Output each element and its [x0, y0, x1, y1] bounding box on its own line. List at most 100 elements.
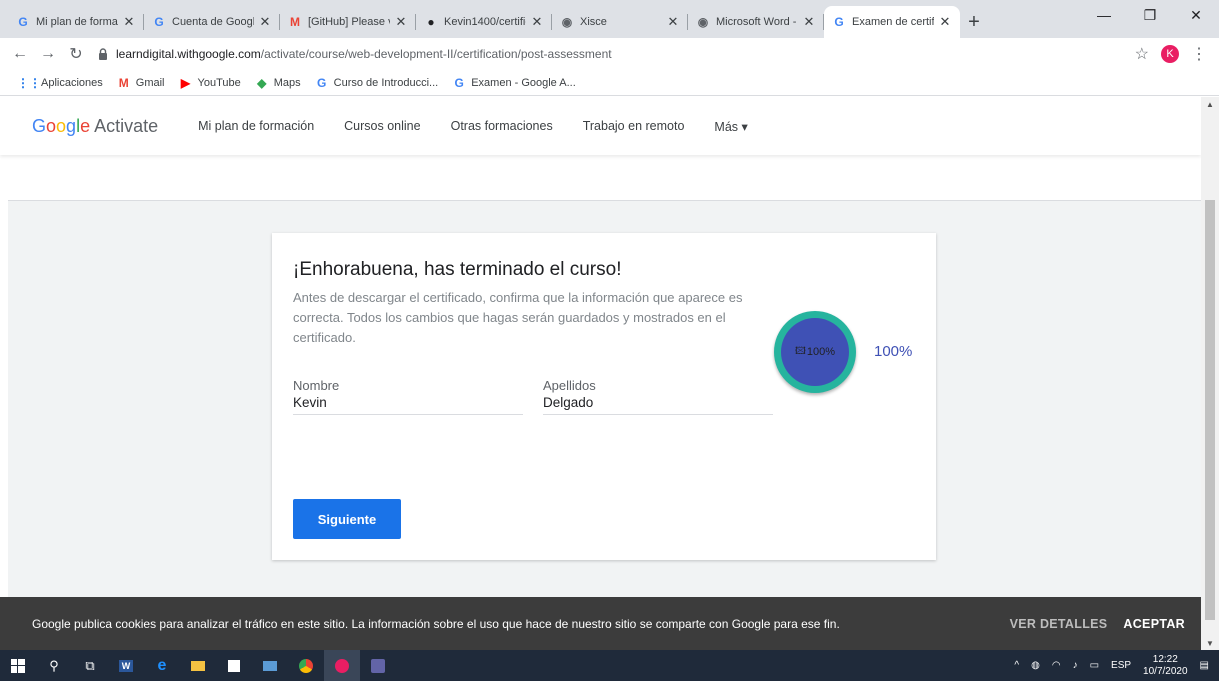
system-tray: ^ ◍ ◠ ♪ ▭ ESP 12:22 10/7/2020 ▤	[1014, 654, 1219, 678]
cookie-accept-button[interactable]: ACEPTAR	[1123, 617, 1185, 631]
clock-time: 12:22	[1152, 653, 1178, 665]
progress-alt-text: 100%	[806, 346, 836, 358]
browser-tab[interactable]: M [GitHub] Please ve ✕	[280, 6, 416, 38]
tab-list: G Mi plan de formac ✕ G Cuenta de Google ✕ M [G…	[0, 6, 960, 38]
tab-title: Examen de certific	[852, 16, 934, 28]
minimize-icon[interactable]: —	[1081, 0, 1127, 30]
wifi-icon[interactable]: ◠	[1052, 660, 1061, 671]
chrome-icon[interactable]	[288, 650, 324, 681]
close-window-icon[interactable]: ✕	[1173, 0, 1219, 30]
windows-start-icon[interactable]	[0, 650, 36, 681]
tab-title: Mi plan de formac	[36, 16, 118, 28]
bookmark-icon: G	[454, 75, 464, 90]
browser-tab[interactable]: G Examen de certific ✕	[824, 6, 960, 38]
battery-icon[interactable]: ▭	[1090, 660, 1099, 671]
bookmark-label: Maps	[273, 76, 301, 89]
bookmark-label: Curso de Introducci...	[333, 76, 439, 89]
tab-close-icon[interactable]: ✕	[938, 14, 952, 30]
progress-ring: 🖾 100%	[774, 311, 856, 393]
site-nav-item[interactable]: Más ▾	[714, 119, 747, 134]
bookmark-icon: ▶	[180, 75, 191, 90]
site-nav-item[interactable]: Otras formaciones	[451, 119, 553, 134]
page-scrollbar[interactable]: ▲ ▼	[1201, 97, 1219, 650]
task-view-icon[interactable]: ⧉	[72, 650, 108, 681]
site-nav: Mi plan de formación Cursos online Otras f…	[198, 119, 748, 134]
scroll-thumb[interactable]	[1205, 200, 1215, 620]
tab-favicon-icon: G	[18, 15, 28, 29]
bookmark-item[interactable]: G Examen - Google A...	[452, 76, 576, 90]
tab-favicon-icon: G	[834, 15, 844, 29]
chevron-up-icon[interactable]: ^	[1014, 660, 1019, 671]
page-viewport: Google Activate Mi plan de formación Curs…	[0, 97, 1201, 597]
browser-tab[interactable]: ◉ Microsoft Word - (✕	[688, 6, 824, 38]
new-tab-button[interactable]: +	[960, 6, 988, 38]
browser-toolbar: ← → ↻ learndigital.withgoogle.com/activa…	[0, 38, 1219, 70]
tab-close-icon[interactable]: ✕	[802, 14, 816, 30]
site-nav-item[interactable]: Trabajo en remoto	[583, 119, 685, 134]
profile-avatar[interactable]: K	[1161, 45, 1179, 63]
chrome-profile-icon[interactable]	[324, 650, 360, 681]
url-host: learndigital.withgoogle.com	[116, 47, 261, 61]
bookmark-item[interactable]: ◆ Maps	[255, 76, 301, 90]
scroll-down-arrow-icon[interactable]: ▼	[1201, 636, 1219, 650]
cookie-banner: Google publica cookies para analizar el …	[0, 597, 1201, 650]
bookmark-label: Aplicaciones	[41, 76, 103, 89]
forward-arrow-icon[interactable]: →	[34, 45, 62, 63]
tab-favicon-icon: ◉	[561, 15, 573, 29]
completion-card: ¡Enhorabuena, has terminado el curso! An…	[272, 233, 936, 560]
tab-close-icon[interactable]: ✕	[258, 14, 272, 30]
tab-close-icon[interactable]: ✕	[666, 14, 680, 30]
windows-taskbar: ⚲ ⧉ W e ^ ◍ ◠ ♪ ▭ ESP 12:22 10/7/2020 ▤	[0, 650, 1219, 681]
last-name-field[interactable]: Apellidos Delgado	[543, 378, 773, 415]
card-title: ¡Enhorabuena, has terminado el curso!	[293, 259, 622, 280]
tab-favicon-icon: ●	[427, 15, 435, 29]
notifications-icon[interactable]: ▤	[1200, 660, 1209, 671]
restore-icon[interactable]: ❐	[1127, 0, 1173, 30]
browser-tab-strip: G Mi plan de formac ✕ G Cuenta de Google ✕ M [G…	[0, 0, 1219, 38]
card-description: Antes de descargar el certificado, confi…	[293, 290, 743, 345]
reload-icon[interactable]: ↻	[62, 44, 90, 64]
first-name-value[interactable]: Kevin	[293, 395, 523, 410]
store-icon[interactable]	[216, 650, 252, 681]
mail-icon[interactable]	[252, 650, 288, 681]
next-button[interactable]: Siguiente	[293, 499, 401, 539]
google-activate-logo[interactable]: Google Activate	[32, 116, 158, 137]
site-nav-item[interactable]: Cursos online	[344, 119, 420, 134]
browser-tab[interactable]: ● Kevin1400/certific ✕	[416, 6, 552, 38]
bookmark-label: Gmail	[135, 76, 165, 89]
browser-menu-icon[interactable]: ⋮	[1191, 44, 1207, 64]
bookmark-item[interactable]: M Gmail	[117, 76, 165, 90]
language-indicator[interactable]: ESP	[1111, 660, 1131, 671]
file-explorer-icon[interactable]	[180, 650, 216, 681]
bookmark-label: YouTube	[197, 76, 241, 89]
tab-favicon-icon: ◉	[697, 15, 709, 29]
volume-icon[interactable]: ♪	[1073, 660, 1078, 671]
bookmark-icon: M	[118, 75, 129, 90]
back-arrow-icon[interactable]: ←	[6, 45, 34, 63]
last-name-value[interactable]: Delgado	[543, 395, 773, 410]
network-icon[interactable]: ◍	[1031, 660, 1040, 671]
edge-icon[interactable]: e	[144, 650, 180, 681]
teams-icon[interactable]	[360, 650, 396, 681]
site-nav-item[interactable]: Mi plan de formación	[198, 119, 314, 134]
bookmark-label: Examen - Google A...	[471, 76, 576, 89]
bookmark-item[interactable]: ⋮⋮ Aplicaciones	[17, 76, 103, 90]
address-bar[interactable]: learndigital.withgoogle.com/activate/cou…	[96, 47, 1135, 61]
browser-tab[interactable]: G Mi plan de formac ✕	[8, 6, 144, 38]
cookie-details-button[interactable]: VER DETALLES	[1010, 617, 1108, 631]
scroll-up-arrow-icon[interactable]: ▲	[1201, 97, 1219, 111]
bookmark-star-icon[interactable]: ☆	[1135, 44, 1149, 64]
tab-close-icon[interactable]: ✕	[394, 14, 408, 30]
clock[interactable]: 12:22 10/7/2020	[1143, 654, 1188, 678]
cookie-text: Google publica cookies para analizar el …	[32, 616, 840, 631]
browser-tab[interactable]: G Cuenta de Google ✕	[144, 6, 280, 38]
browser-tab[interactable]: ◉ Xisce ✕	[552, 6, 688, 38]
word-icon[interactable]: W	[108, 650, 144, 681]
tab-close-icon[interactable]: ✕	[530, 14, 544, 30]
search-icon[interactable]: ⚲	[36, 650, 72, 681]
first-name-field[interactable]: Nombre Kevin	[293, 378, 523, 415]
bookmark-item[interactable]: ▶ YouTube	[179, 76, 241, 90]
tab-close-icon[interactable]: ✕	[122, 14, 136, 30]
bookmark-item[interactable]: G Curso de Introducci...	[315, 76, 439, 90]
tab-title: Xisce	[580, 16, 607, 28]
